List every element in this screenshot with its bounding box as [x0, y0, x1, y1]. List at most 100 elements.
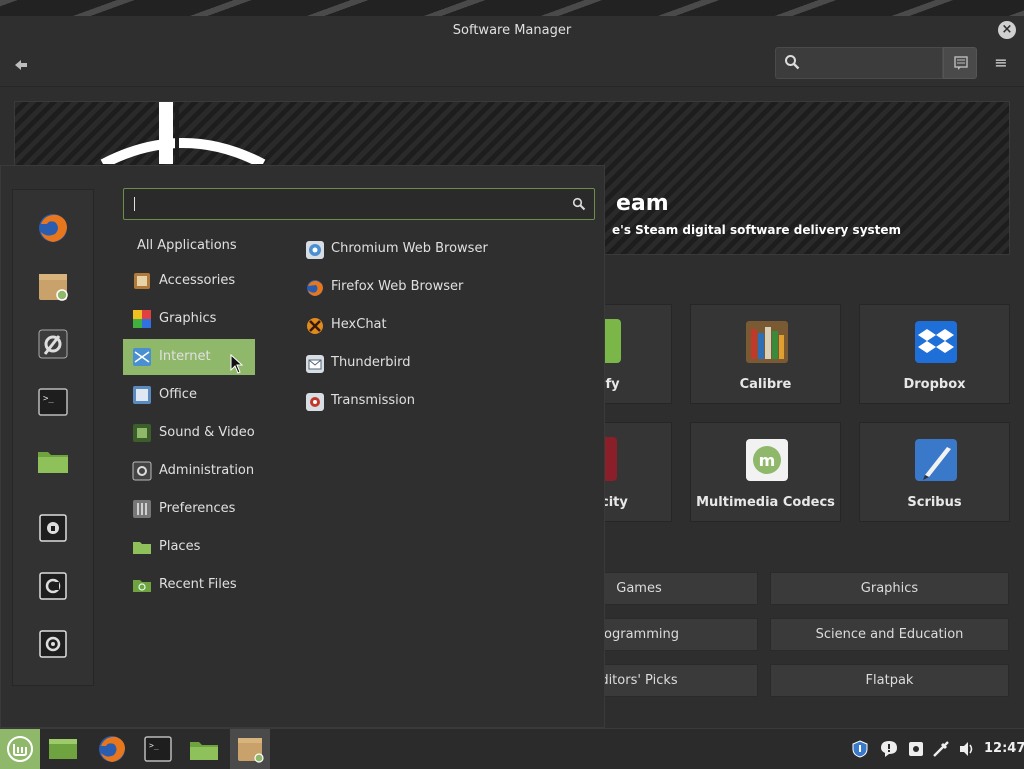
firefox-icon[interactable] — [35, 210, 71, 246]
card-label: city — [601, 495, 628, 510]
steam-logo-icon — [100, 102, 266, 164]
banner-subtitle: e's Steam digital software delivery syst… — [612, 223, 902, 237]
mint-menu-icon — [7, 736, 33, 762]
menu-category-graphics[interactable]: Graphics — [123, 301, 255, 337]
hamburger-menu-icon[interactable]: ≡ — [992, 54, 1010, 72]
preferences-icon — [133, 500, 151, 518]
text-cursor — [134, 197, 135, 211]
sound-video-icon — [133, 424, 151, 442]
app-label: Chromium Web Browser — [331, 241, 488, 256]
volume-icon[interactable] — [958, 740, 976, 758]
history-icon — [954, 56, 968, 70]
hexchat-icon — [307, 318, 323, 334]
network-icon[interactable] — [932, 740, 950, 758]
card-label: Scribus — [907, 495, 962, 510]
taskbar: >_ 12:47 — [0, 728, 1024, 769]
software-manager-icon — [238, 738, 264, 763]
category-label: Internet — [159, 349, 211, 364]
svg-text:>_: >_ — [43, 394, 54, 404]
system-settings-icon[interactable] — [35, 326, 71, 362]
menu-category-office[interactable]: Office — [123, 377, 255, 413]
menu-category-accessories[interactable]: Accessories — [123, 263, 255, 299]
svg-text:m: m — [759, 451, 776, 470]
history-button[interactable] — [943, 47, 977, 79]
update-shield-icon[interactable] — [851, 740, 869, 758]
menu-category-sound-video[interactable]: Sound & Video — [123, 415, 255, 451]
places-folder-icon — [133, 542, 151, 554]
search-icon — [785, 55, 800, 70]
category-label: Graphics — [159, 311, 217, 326]
mint-menu-button[interactable] — [0, 729, 40, 769]
files-icon[interactable] — [188, 733, 220, 765]
category-science-education[interactable]: Science and Education — [770, 618, 1009, 651]
menu-app-hexchat[interactable]: HexChat — [303, 311, 563, 341]
shutdown-icon[interactable] — [35, 626, 71, 662]
card-label: Dropbox — [903, 377, 966, 392]
logout-icon[interactable] — [35, 568, 71, 604]
notifications-icon[interactable] — [880, 740, 898, 758]
chromium-icon — [306, 241, 324, 259]
card-label: Calibre — [739, 377, 792, 392]
category-label: Sound & Video — [159, 425, 255, 440]
category-label: Preferences — [159, 501, 236, 516]
clock[interactable]: 12:47 — [984, 741, 1024, 756]
toolbar: ≡ — [0, 46, 1024, 87]
svg-text:>_: >_ — [149, 741, 159, 750]
menu-app-transmission[interactable]: Transmission — [303, 387, 563, 417]
menu-category-administration[interactable]: Administration — [123, 453, 255, 489]
thunderbird-icon — [306, 355, 324, 373]
menu-app-firefox[interactable]: Firefox Web Browser — [303, 273, 563, 303]
app-label: Firefox Web Browser — [331, 279, 464, 294]
menu-search-input[interactable] — [123, 188, 595, 220]
firefox-icon — [307, 280, 323, 296]
app-label: Thunderbird — [331, 355, 411, 370]
recent-files-icon — [133, 580, 151, 592]
dropbox-icon — [915, 321, 957, 363]
firefox-icon[interactable] — [96, 733, 128, 765]
scribus-icon — [915, 439, 957, 481]
banner-title: eam — [616, 191, 669, 216]
search-input[interactable] — [775, 47, 943, 79]
app-card-scribus[interactable]: Scribus — [859, 422, 1010, 522]
category-flatpak[interactable]: Flatpak — [770, 664, 1009, 697]
lock-screen-icon[interactable] — [35, 510, 71, 546]
app-card-calibre[interactable]: Calibre — [690, 304, 841, 404]
menu-category-places[interactable]: Places — [123, 529, 255, 565]
taskbar-active-window[interactable] — [230, 729, 270, 769]
software-manager-icon[interactable] — [35, 268, 71, 304]
app-label: Transmission — [331, 393, 415, 408]
favorites-panel: >_ — [12, 189, 94, 686]
category-label: All Applications — [137, 238, 237, 253]
menu-app-chromium[interactable]: Chromium Web Browser — [303, 235, 563, 265]
terminal-icon[interactable]: >_ — [35, 384, 71, 420]
administration-icon — [132, 461, 152, 481]
app-card-dropbox[interactable]: Dropbox — [859, 304, 1010, 404]
close-button[interactable]: × — [998, 21, 1016, 39]
accessories-icon — [134, 273, 150, 289]
category-label: Places — [159, 539, 201, 554]
card-label: Multimedia Codecs — [696, 495, 835, 510]
display-icon[interactable] — [907, 740, 925, 758]
menu-category-recent-files[interactable]: Recent Files — [123, 567, 255, 603]
app-label: HexChat — [331, 317, 387, 332]
mouse-cursor-icon — [230, 354, 244, 374]
category-label: Office — [159, 387, 197, 402]
mint-codecs-icon: m — [746, 439, 788, 481]
window-title: Software Manager — [452, 23, 572, 38]
terminal-icon[interactable]: >_ — [142, 733, 174, 765]
graphics-icon — [133, 310, 151, 328]
menu-category-preferences[interactable]: Preferences — [123, 491, 255, 527]
category-graphics[interactable]: Graphics — [770, 572, 1009, 605]
menu-app-thunderbird[interactable]: Thunderbird — [303, 349, 563, 379]
back-arrow-icon[interactable] — [12, 56, 32, 76]
category-label: Administration — [159, 463, 255, 478]
show-desktop-icon[interactable] — [47, 733, 79, 765]
app-card-multimedia-codecs[interactable]: m Multimedia Codecs — [690, 422, 841, 522]
files-icon[interactable] — [35, 442, 71, 478]
search-icon — [572, 197, 586, 211]
window-titlebar[interactable]: Software Manager × — [0, 16, 1024, 46]
calibre-icon — [746, 321, 788, 363]
category-label: Accessories — [159, 273, 236, 288]
menu-category-all-applications[interactable]: All Applications — [123, 228, 255, 264]
office-icon — [133, 386, 151, 404]
